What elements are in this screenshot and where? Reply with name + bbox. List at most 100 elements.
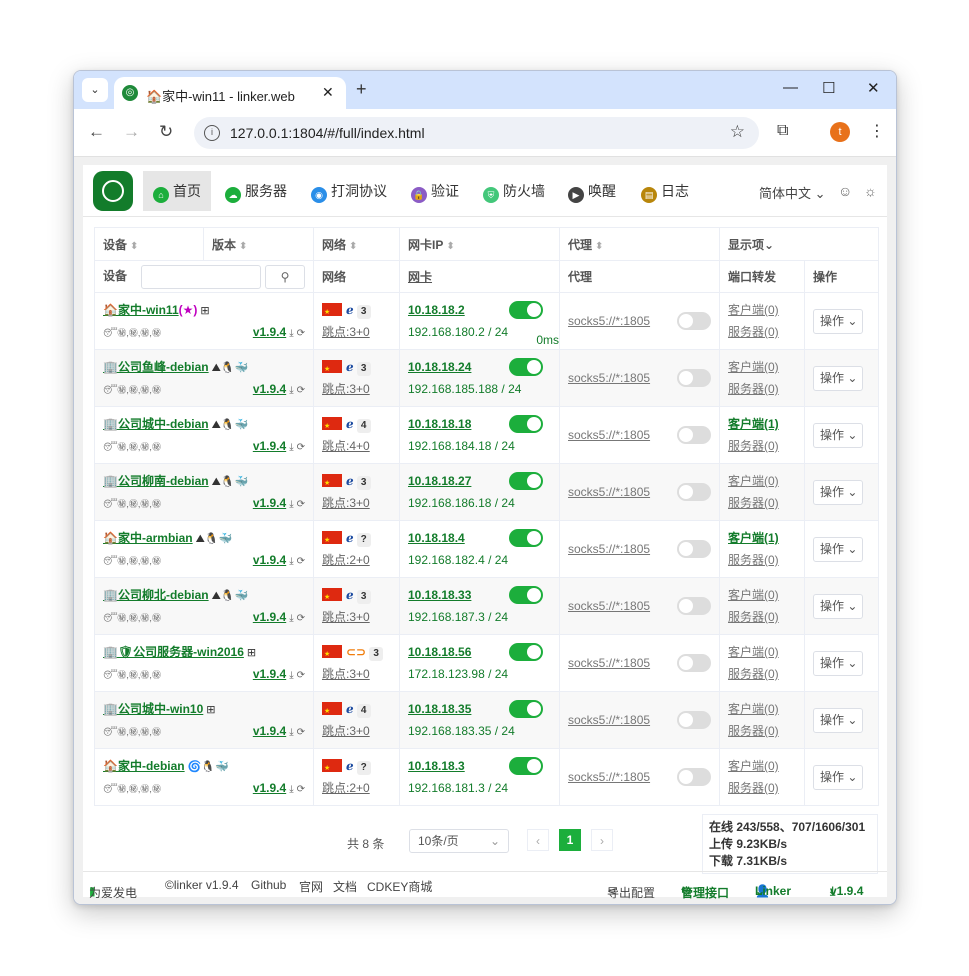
download-icon[interactable]: ⤓: [289, 442, 293, 453]
nav-wakeup[interactable]: ▶ 唤醒: [568, 171, 616, 211]
version-link[interactable]: v1.9.4: [253, 439, 286, 453]
site-info-icon[interactable]: i: [204, 125, 220, 141]
header-display-items[interactable]: 显示项⌄: [718, 227, 880, 261]
virtual-ip-link[interactable]: 10.18.18.3: [408, 759, 465, 773]
nic-toggle[interactable]: [509, 415, 543, 433]
tab-search-button[interactable]: ⌄: [82, 78, 108, 102]
device-search-input[interactable]: [141, 264, 262, 289]
device-name-link[interactable]: 🏠家中-win11: [103, 303, 179, 317]
version-link[interactable]: v1.9.4: [253, 496, 286, 510]
refresh-icon[interactable]: ⟳: [297, 385, 305, 396]
hops-link[interactable]: 跳点:3+0: [322, 610, 370, 624]
browser-menu-icon[interactable]: ⋮: [869, 121, 885, 141]
action-dropdown[interactable]: 操作 ⌄: [813, 650, 863, 676]
refresh-icon[interactable]: ⟳: [297, 442, 305, 453]
action-dropdown[interactable]: 操作 ⌄: [813, 536, 863, 562]
proxy-link[interactable]: socks5://*:1805: [568, 599, 650, 613]
nic-toggle[interactable]: [509, 586, 543, 604]
language-select[interactable]: 简体中文 ⌄: [759, 183, 826, 202]
version-link[interactable]: v1.9.4: [253, 382, 286, 396]
server-forward-link[interactable]: 服务器(0): [728, 439, 779, 453]
sort-icon[interactable]: ⬍: [595, 241, 603, 252]
website-link[interactable]: 官网: [299, 878, 323, 895]
version-link[interactable]: v1.9.4: [253, 610, 286, 624]
hops-link[interactable]: 跳点:3+0: [322, 496, 370, 510]
nav-hole-protocol[interactable]: ◉ 打洞协议: [311, 171, 387, 211]
client-forward-link[interactable]: 客户端(0): [728, 588, 779, 602]
refresh-icon[interactable]: ⟳: [297, 784, 305, 795]
device-name-link[interactable]: 🏢公司城中-win10: [103, 702, 203, 716]
hops-link[interactable]: 跳点:3+0: [322, 724, 370, 738]
nav-auth[interactable]: 🔒 验证: [411, 171, 459, 211]
proxy-link[interactable]: socks5://*:1805: [568, 542, 650, 556]
action-dropdown[interactable]: 操作 ⌄: [813, 707, 863, 733]
server-forward-link[interactable]: 服务器(0): [728, 496, 779, 510]
sort-icon[interactable]: ⬍: [239, 241, 247, 252]
proxy-toggle[interactable]: [677, 540, 711, 558]
virtual-ip-link[interactable]: 10.18.18.27: [408, 474, 471, 488]
proxy-link[interactable]: socks5://*:1805: [568, 371, 650, 385]
new-tab-button[interactable]: +: [356, 79, 367, 100]
proxy-toggle[interactable]: [677, 426, 711, 444]
download-icon[interactable]: ⤓: [289, 499, 293, 510]
download-icon[interactable]: ⤓: [289, 328, 293, 339]
refresh-icon[interactable]: ⟳: [297, 727, 305, 738]
nav-server[interactable]: ☁ 服务器: [225, 171, 287, 211]
device-name-link[interactable]: 🏢公司城中-debian: [103, 417, 209, 431]
refresh-icon[interactable]: ⟳: [297, 670, 305, 681]
extensions-icon[interactable]: ⧉: [777, 122, 788, 140]
device-name-link[interactable]: 🏠家中-armbian: [103, 531, 193, 545]
prev-page-button[interactable]: ‹: [527, 829, 549, 851]
client-forward-link[interactable]: 客户端(0): [728, 303, 779, 317]
virtual-ip-link[interactable]: 10.18.18.56: [408, 645, 471, 659]
server-forward-link[interactable]: 服务器(0): [728, 667, 779, 681]
filter-nic[interactable]: 网卡: [399, 260, 560, 293]
server-forward-link[interactable]: 服务器(0): [728, 781, 779, 795]
proxy-toggle[interactable]: [677, 369, 711, 387]
server-forward-link[interactable]: 服务器(0): [728, 382, 779, 396]
action-dropdown[interactable]: 操作 ⌄: [813, 422, 863, 448]
client-forward-link[interactable]: 客户端(0): [728, 702, 779, 716]
download-icon[interactable]: ⤓: [289, 670, 293, 681]
action-dropdown[interactable]: 操作 ⌄: [813, 308, 863, 334]
version-link[interactable]: v1.9.4: [253, 781, 286, 795]
proxy-link[interactable]: socks5://*:1805: [568, 485, 650, 499]
nic-toggle[interactable]: [509, 757, 543, 775]
hops-link[interactable]: 跳点:2+0: [322, 781, 370, 795]
nav-log[interactable]: ▤ 日志: [641, 171, 689, 211]
device-name-link[interactable]: 🏢公司柳北-debian: [103, 588, 209, 602]
address-bar[interactable]: i 127.0.0.1:1804/#/full/index.html ☆: [194, 117, 759, 149]
device-name-link[interactable]: 🏢公司鱼峰-debian: [103, 360, 209, 374]
current-page[interactable]: 1: [559, 829, 581, 851]
page-size-select[interactable]: 10条/页 ⌄: [409, 829, 509, 853]
proxy-toggle[interactable]: [677, 597, 711, 615]
device-name-link[interactable]: 🏢🛡公司服务器-win2016: [103, 645, 244, 659]
proxy-toggle[interactable]: [677, 312, 711, 330]
hops-link[interactable]: 跳点:3+0: [322, 667, 370, 681]
client-forward-link[interactable]: 客户端(0): [728, 360, 779, 374]
github-link[interactable]: Github: [251, 878, 286, 892]
browser-tab[interactable]: ◎ 🏠家中-win11 - linker.web ✕: [114, 77, 346, 109]
minimize-button[interactable]: —: [783, 79, 798, 96]
forward-button[interactable]: →: [123, 122, 140, 142]
device-name-link[interactable]: 🏠家中-debian: [103, 759, 185, 773]
hops-link[interactable]: 跳点:3+0: [322, 382, 370, 396]
refresh-icon[interactable]: ⟳: [297, 613, 305, 624]
header-nic-ip[interactable]: 网卡IP ⬍: [399, 227, 560, 261]
virtual-ip-link[interactable]: 10.18.18.24: [408, 360, 471, 374]
refresh-icon[interactable]: ⟳: [297, 556, 305, 567]
download-icon[interactable]: ⤓: [289, 727, 293, 738]
nic-toggle[interactable]: [509, 700, 543, 718]
header-network[interactable]: 网络 ⬍: [313, 227, 400, 261]
proxy-link[interactable]: socks5://*:1805: [568, 428, 650, 442]
download-icon[interactable]: ⤓: [289, 784, 293, 795]
nic-toggle[interactable]: [509, 643, 543, 661]
client-forward-link[interactable]: 客户端(1): [728, 531, 779, 545]
version-link[interactable]: v1.9.4: [253, 667, 286, 681]
next-page-button[interactable]: ›: [591, 829, 613, 851]
nav-home[interactable]: ⌂ 首页: [143, 171, 211, 211]
sun-icon[interactable]: ☼: [864, 183, 877, 199]
proxy-toggle[interactable]: [677, 768, 711, 786]
nic-toggle[interactable]: [509, 358, 543, 376]
client-forward-link[interactable]: 客户端(1): [728, 417, 779, 431]
